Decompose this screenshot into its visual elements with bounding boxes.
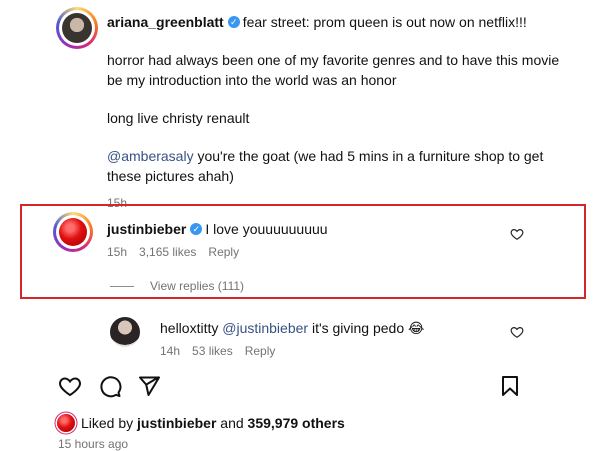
caption-mention[interactable]: @amberasaly bbox=[107, 148, 194, 164]
liked-by-text: Liked by justinbieber and 359,979 others bbox=[81, 413, 345, 433]
comment1-avatar bbox=[59, 218, 87, 246]
comment2-text: it's giving pedo 😂 bbox=[308, 320, 425, 336]
comment2-time: 14h bbox=[160, 344, 181, 358]
liked-by-count[interactable]: 359,979 others bbox=[248, 415, 345, 431]
comment1: justinbieber ✓ I love youuuuuuuuu 15h 3,165… bbox=[107, 219, 487, 259]
comment1-username[interactable]: justinbieber bbox=[107, 221, 186, 237]
verified-badge-icon: ✓ bbox=[190, 223, 203, 236]
view-replies-line bbox=[110, 286, 134, 287]
comment-icon[interactable] bbox=[98, 374, 122, 398]
heart-icon[interactable] bbox=[58, 374, 82, 398]
post-author-avatar bbox=[62, 13, 92, 43]
bookmark-icon[interactable] bbox=[498, 374, 522, 398]
comment2-like-heart-icon[interactable] bbox=[510, 325, 524, 339]
liked-by-and: and bbox=[216, 415, 248, 431]
comment1-likes[interactable]: 3,165 likes bbox=[139, 245, 196, 259]
post-caption: ariana_greenblatt ✓ fear street: prom quee… bbox=[107, 12, 577, 210]
post-author-username[interactable]: ariana_greenblatt bbox=[107, 14, 224, 30]
caption-paragraph-1: horror had always been one of my favorit… bbox=[107, 52, 560, 88]
comment1-like-heart-icon[interactable] bbox=[510, 227, 524, 241]
comment2-reply-button[interactable]: Reply bbox=[245, 344, 276, 358]
comment1-time: 15h bbox=[107, 245, 128, 259]
caption-first-line: fear street: prom queen is out now on ne… bbox=[242, 14, 527, 30]
comment1-avatar-ring[interactable] bbox=[53, 212, 93, 252]
liked-by-prefix: Liked by bbox=[81, 415, 138, 431]
verified-badge-icon: ✓ bbox=[227, 16, 240, 29]
comment1-text: I love youuuuuuuuu bbox=[205, 221, 328, 237]
comment2-username[interactable]: helloxtitty bbox=[160, 320, 218, 336]
liked-by-avatar[interactable] bbox=[57, 414, 75, 432]
comment2: helloxtitty @justinbieber it's giving pe… bbox=[160, 318, 490, 358]
share-icon[interactable] bbox=[137, 374, 161, 398]
caption-paragraph-2: long live christy renault bbox=[107, 110, 250, 126]
comment2-avatar[interactable] bbox=[110, 317, 140, 347]
comment2-mention[interactable]: @justinbieber bbox=[222, 320, 308, 336]
comment1-meta: 15h 3,165 likes Reply bbox=[107, 245, 487, 259]
caption-paragraph-3: @amberasaly you're the goat (we had 5 mi… bbox=[107, 146, 577, 186]
post-author-avatar-ring[interactable] bbox=[56, 7, 98, 49]
comment2-likes[interactable]: 53 likes bbox=[192, 344, 233, 358]
liked-by-user[interactable]: justinbieber bbox=[137, 415, 216, 431]
view-replies-button[interactable]: View replies (111) bbox=[150, 279, 244, 293]
comment1-reply-button[interactable]: Reply bbox=[208, 245, 239, 259]
comment2-meta: 14h 53 likes Reply bbox=[160, 344, 490, 358]
